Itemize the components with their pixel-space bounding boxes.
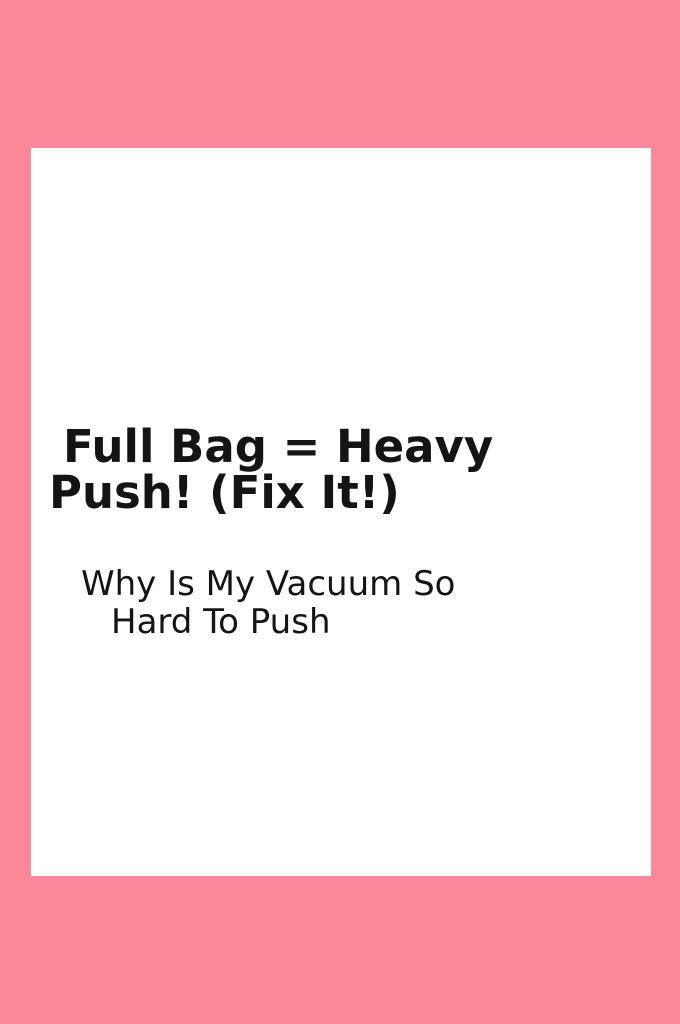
subtitle-line-2: Hard To Push xyxy=(111,602,331,642)
subtitle-line-1: Why Is My Vacuum So xyxy=(81,564,456,604)
white-card: Full Bag = Heavy Push! (Fix It!) Why Is … xyxy=(31,148,651,876)
subtitle: Why Is My Vacuum So Hard To Push xyxy=(81,565,455,641)
headline-line-2: Push! (Fix It!) xyxy=(49,466,400,519)
headline: Full Bag = Heavy Push! (Fix It!) xyxy=(49,424,493,516)
headline-line-1: Full Bag = Heavy xyxy=(63,420,494,473)
